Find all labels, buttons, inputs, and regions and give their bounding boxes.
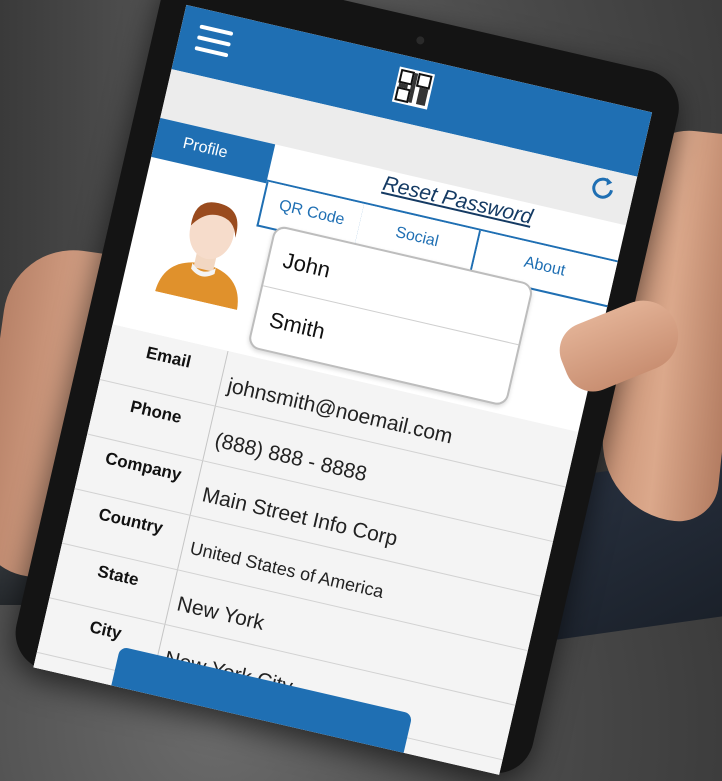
first-name-value: John xyxy=(280,247,333,283)
hamburger-menu-icon[interactable] xyxy=(194,24,234,58)
qr-code-icon[interactable] xyxy=(391,66,436,110)
refresh-icon[interactable] xyxy=(585,170,621,206)
last-name-value: Smith xyxy=(266,306,328,344)
person-avatar-icon xyxy=(155,202,238,311)
tab-profile-label: Profile xyxy=(181,134,230,162)
email-label: Email xyxy=(144,343,193,372)
camera-icon xyxy=(415,35,426,46)
